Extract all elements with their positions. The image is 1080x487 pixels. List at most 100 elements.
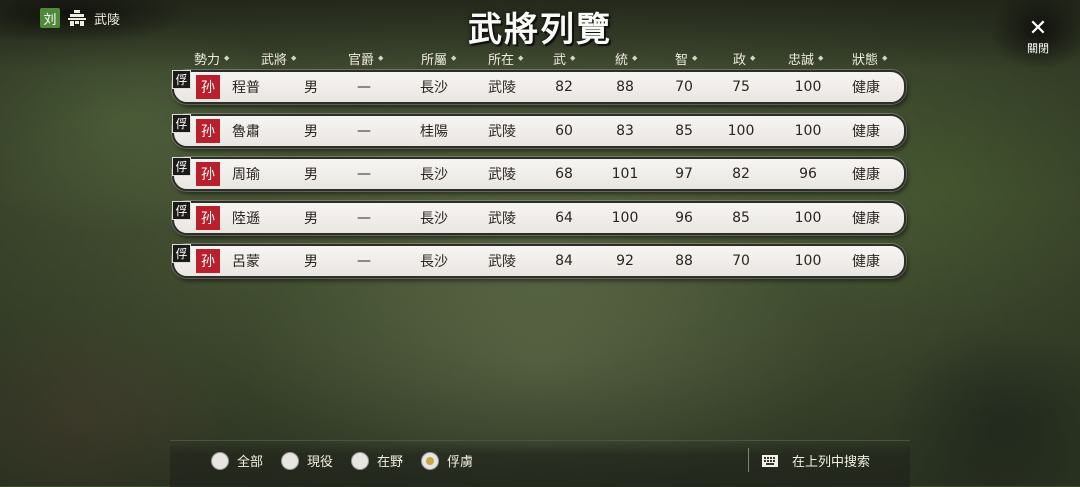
stat-intelligence: 96	[675, 209, 693, 226]
prisoner-badge: 俘	[172, 244, 191, 264]
radio-icon[interactable]	[351, 451, 370, 470]
table-row[interactable]: 俘 孙 陸遜 男 — 長沙 武陵 64 100 96 85 100 健康	[172, 200, 906, 235]
table-row[interactable]: 俘 孙 呂蒙 男 — 長沙 武陵 84 92 88 70 100 健康	[172, 244, 906, 279]
officer-status: 健康	[852, 254, 880, 271]
table-row[interactable]: 俘 孙 魯肅 男 — 桂陽 武陵 60 83 85 100 100 健康	[172, 113, 906, 148]
officer-name: 周瑜	[232, 167, 260, 184]
column-header-loyalty[interactable]: 忠誠 ◆	[788, 49, 823, 68]
stat-politics: 100	[727, 122, 755, 139]
officer-name: 程普	[232, 80, 260, 96]
sort-icon: ◆	[570, 54, 576, 62]
filter-label: 全部	[237, 455, 264, 470]
stat-loyalty: 100	[794, 122, 822, 139]
filter-all[interactable]: 全部	[211, 451, 263, 470]
sort-icon: ◆	[224, 54, 230, 62]
radio-selected-icon[interactable]	[421, 451, 440, 470]
close-label: 關閉	[1027, 42, 1049, 55]
search-label: 在上列中搜索	[792, 455, 871, 470]
sort-icon: ◆	[378, 54, 384, 62]
stat-leadership: 101	[611, 166, 639, 183]
officer-name: 魯肅	[232, 123, 260, 140]
officer-affiliation: 長沙	[420, 210, 448, 227]
sort-icon: ◆	[451, 54, 457, 62]
close-icon: ✕	[1028, 16, 1048, 41]
column-header-status[interactable]: 狀態 ◆	[852, 49, 887, 68]
column-header-faction[interactable]: 勢力 ◆	[194, 49, 229, 68]
officer-location: 武陵	[488, 254, 516, 271]
sort-icon: ◆	[818, 54, 824, 62]
radio-icon[interactable]	[211, 451, 229, 470]
officer-affiliation: 長沙	[420, 167, 448, 184]
clan-badge: 孙	[196, 205, 220, 230]
clan-badge: 孙	[196, 249, 220, 274]
clan-badge: 孙	[196, 118, 220, 143]
officer-gender: 男	[304, 210, 318, 227]
close-button[interactable]: ✕ 關閉	[1016, 18, 1060, 56]
table-row[interactable]: 俘 孙 周瑜 男 — 長沙 武陵 68 101 97 82 96 健康	[172, 157, 906, 192]
keyboard-icon	[762, 454, 778, 467]
officer-status: 健康	[852, 210, 880, 227]
filter-label: 俘虜	[447, 455, 474, 470]
stat-leadership: 92	[616, 253, 634, 270]
officer-status: 健康	[852, 167, 880, 184]
prisoner-badge: 俘	[172, 113, 191, 133]
stat-war: 84	[555, 253, 573, 270]
prisoner-badge: 俘	[172, 200, 191, 220]
filter-captive[interactable]: 俘虜	[421, 451, 473, 470]
stat-leadership: 83	[616, 122, 634, 139]
table-row[interactable]: 俘 孙 程普 男 — 長沙 武陵 82 88 70 75 100 健康	[172, 70, 906, 104]
stat-war: 60	[555, 122, 573, 139]
officer-rank: —	[357, 166, 371, 183]
officer-list: 俘 孙 程普 男 — 長沙 武陵 82 88 70 75 100 健康 俘 孙 …	[172, 70, 906, 288]
radio-icon[interactable]	[281, 451, 300, 470]
column-header-politics[interactable]: 政 ◆	[733, 49, 755, 68]
officer-name: 陸遜	[232, 210, 260, 227]
search-button[interactable]: 在上列中搜索	[762, 451, 870, 470]
clan-badge: 孙	[196, 162, 220, 187]
column-header-intelligence[interactable]: 智 ◆	[675, 49, 697, 68]
stat-leadership: 100	[611, 209, 639, 226]
sort-icon: ◆	[632, 54, 638, 62]
page-title: 武將列覽	[468, 10, 612, 50]
stat-leadership: 88	[616, 79, 634, 95]
officer-affiliation: 長沙	[420, 254, 448, 271]
sort-icon: ◆	[692, 54, 698, 62]
column-header-war[interactable]: 武 ◆	[553, 49, 575, 68]
filter-free[interactable]: 在野	[351, 451, 403, 470]
officer-gender: 男	[304, 167, 318, 184]
officer-rank: —	[357, 79, 371, 95]
officer-rank: —	[357, 253, 371, 270]
stat-intelligence: 97	[675, 166, 693, 183]
prisoner-badge: 俘	[172, 157, 191, 177]
sort-icon: ◆	[882, 54, 888, 62]
stat-politics: 85	[732, 209, 750, 226]
stat-politics: 70	[732, 253, 750, 270]
officer-status: 健康	[852, 80, 880, 96]
column-header-affiliation[interactable]: 所屬 ◆	[421, 49, 456, 68]
stat-intelligence: 70	[675, 79, 693, 95]
officer-location: 武陵	[488, 210, 516, 227]
column-header-location[interactable]: 所在 ◆	[488, 49, 523, 68]
officer-status: 健康	[852, 123, 880, 140]
stat-loyalty: 100	[794, 209, 822, 226]
stat-loyalty: 96	[799, 166, 817, 183]
column-header-leadership[interactable]: 統 ◆	[615, 49, 637, 68]
table-header: 勢力 ◆ 武將 ◆ 官爵 ◆ 所屬 ◆ 所在 ◆ 武 ◆ 統 ◆ 智 ◆ 政 ◆ 忠誠 ◆ 狀態 ◆	[178, 48, 904, 68]
stat-politics: 75	[732, 79, 750, 95]
officer-location: 武陵	[488, 167, 516, 184]
filter-active[interactable]: 現役	[281, 451, 333, 470]
sort-icon: ◆	[518, 54, 524, 62]
stat-war: 64	[555, 209, 573, 226]
sort-icon: ◆	[291, 54, 297, 62]
stat-politics: 82	[732, 166, 750, 183]
column-header-rank[interactable]: 官爵 ◆	[348, 49, 383, 68]
column-header-officer[interactable]: 武將 ◆	[261, 49, 296, 68]
sort-icon: ◆	[750, 54, 756, 62]
divider	[748, 448, 749, 472]
stat-intelligence: 88	[675, 253, 693, 270]
stat-war: 68	[555, 166, 573, 183]
officer-gender: 男	[304, 254, 318, 271]
officer-rank: —	[357, 122, 371, 139]
officer-name: 呂蒙	[232, 254, 260, 271]
stat-loyalty: 100	[794, 253, 822, 270]
